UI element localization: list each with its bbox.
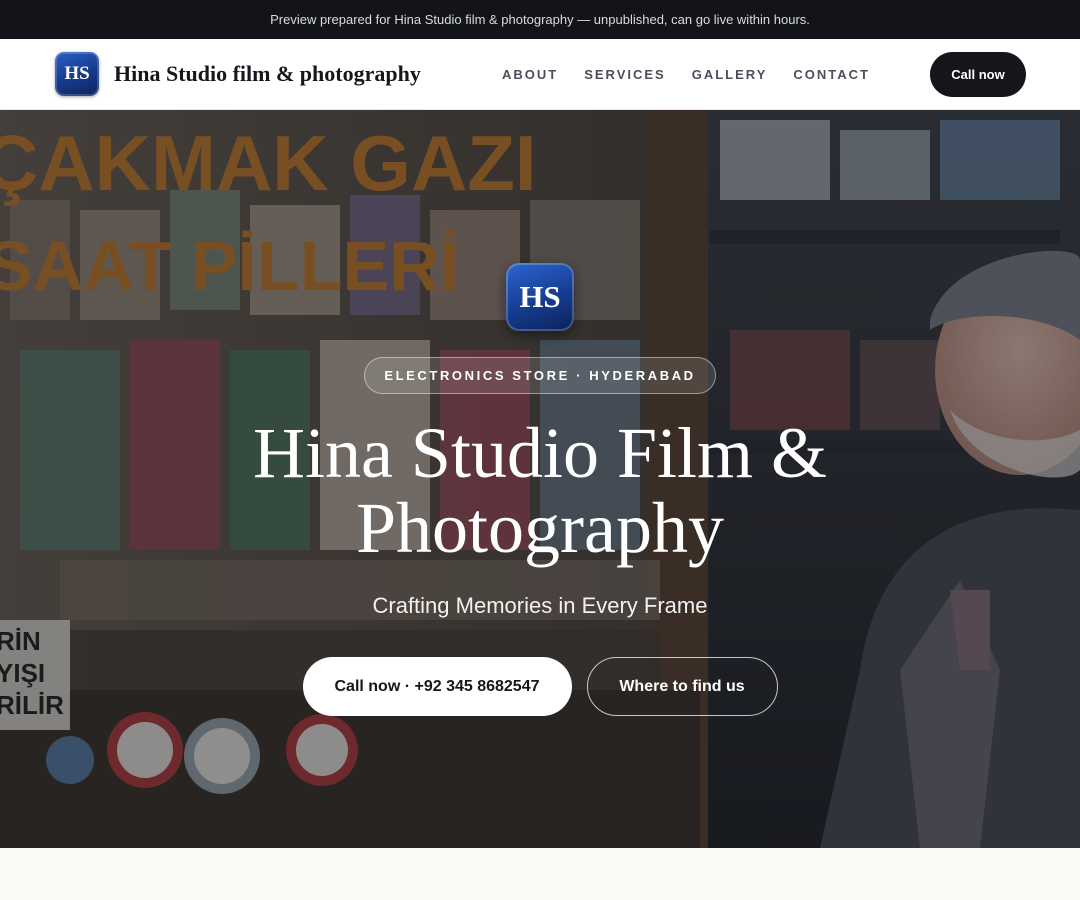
hero-content: HS ELECTRONICS STORE · HYDERABAD Hina St…	[0, 110, 1080, 848]
call-now-button[interactable]: Call now	[930, 51, 1026, 97]
nav-link-contact[interactable]: CONTACT	[793, 67, 870, 82]
find-us-button[interactable]: Where to find us	[586, 657, 778, 716]
hero-title: Hina Studio Film & Photography	[180, 416, 900, 566]
hero-section: ÇAKMAK GAZI SAAT PİLLERİ RİN YIŞI RİLİR	[0, 110, 1080, 848]
brand-name[interactable]: Hina Studio film & photography	[114, 61, 421, 87]
logo-icon[interactable]: HS	[55, 52, 99, 96]
next-section	[0, 848, 1080, 900]
hero-title-line1: Hina Studio Film &	[252, 413, 828, 493]
site-header: HS Hina Studio film & photography ABOUT …	[0, 39, 1080, 110]
preview-banner-text: Preview prepared for Hina Studio film & …	[270, 12, 810, 27]
category-pill: ELECTRONICS STORE · HYDERABAD	[364, 357, 716, 394]
nav-link-gallery[interactable]: GALLERY	[692, 67, 768, 82]
hero-title-line2: Photography	[356, 488, 724, 568]
call-phone-button[interactable]: Call now · +92 345 8682547	[302, 657, 572, 716]
nav-link-services[interactable]: SERVICES	[584, 67, 666, 82]
main-menu: ABOUT SERVICES GALLERY CONTACT	[502, 39, 870, 110]
hero-tagline: Crafting Memories in Every Frame	[372, 593, 708, 618]
nav-link-about[interactable]: ABOUT	[502, 67, 558, 82]
preview-banner: Preview prepared for Hina Studio film & …	[0, 0, 1080, 39]
hero-logo-icon: HS	[506, 263, 574, 331]
hero-cta-row: Call now · +92 345 8682547 Where to find…	[302, 657, 778, 716]
